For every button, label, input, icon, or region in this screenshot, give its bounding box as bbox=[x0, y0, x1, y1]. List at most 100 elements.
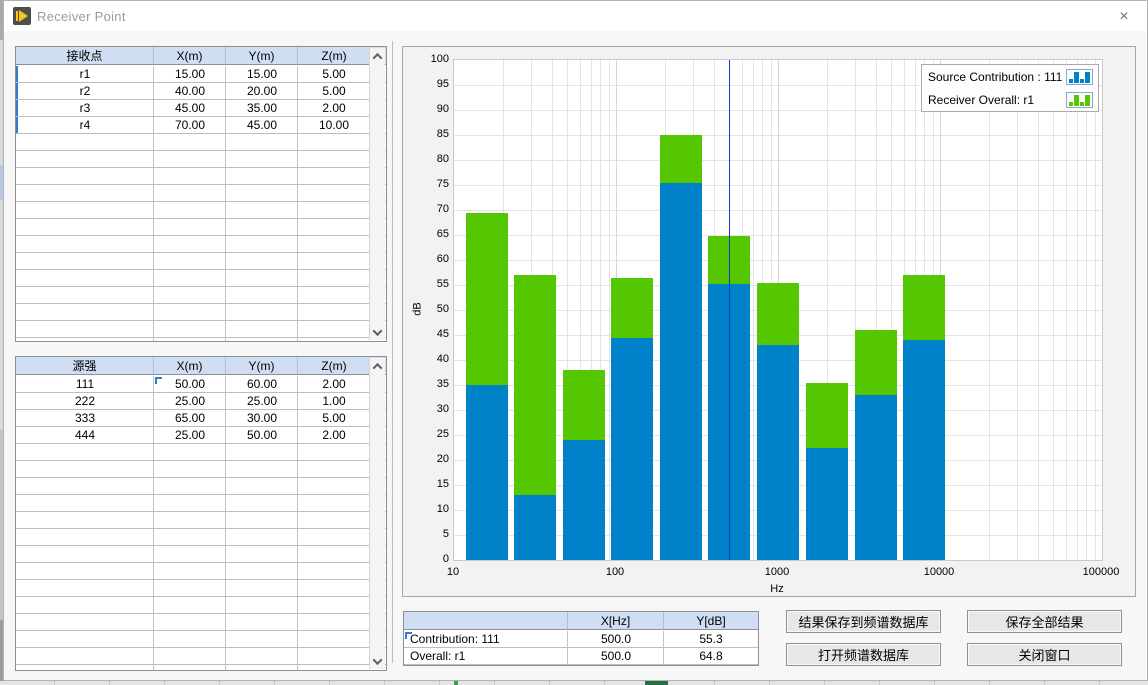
y-tick-80: 80 bbox=[417, 153, 449, 165]
legend-item-overall[interactable]: Receiver Overall: r1 bbox=[922, 88, 1098, 111]
receiver-cell[interactable]: 70.00 bbox=[154, 117, 226, 133]
receiver-cell[interactable]: r4 bbox=[16, 117, 154, 133]
source-cell[interactable]: 50.00 bbox=[154, 376, 226, 392]
contribution-bar-125hz[interactable] bbox=[611, 338, 653, 561]
source-scroll-down-icon[interactable] bbox=[370, 653, 385, 669]
overall-bar-16hz[interactable] bbox=[466, 213, 508, 386]
overall-bar-1000hz[interactable] bbox=[757, 283, 799, 346]
y-tick-50: 50 bbox=[417, 303, 449, 315]
source-cell[interactable]: 50.00 bbox=[226, 427, 298, 443]
cursor-row-Contribution: 111[interactable]: Contribution: 111500.055.3 bbox=[404, 631, 758, 648]
chart-cursor-line[interactable] bbox=[729, 60, 730, 560]
overall-bar-8000hz[interactable] bbox=[903, 275, 945, 340]
receiver-scroll-up-icon[interactable] bbox=[370, 48, 385, 64]
receiver-header-0: 接收点 bbox=[16, 47, 154, 64]
source-cell[interactable]: 25.00 bbox=[154, 427, 226, 443]
receiver-cell[interactable]: 15.00 bbox=[154, 66, 226, 82]
window-title: Receiver Point bbox=[37, 9, 126, 24]
source-cell[interactable]: 111 bbox=[16, 376, 154, 392]
overall-bar-2000hz[interactable] bbox=[806, 383, 848, 448]
cursor-header-1: X[Hz] bbox=[568, 612, 664, 629]
contribution-bar-1000hz[interactable] bbox=[757, 345, 799, 560]
glyph-bar-2 bbox=[1080, 79, 1084, 83]
source-row-111[interactable]: 11150.0060.002.00 bbox=[16, 376, 386, 393]
open-spectrum-db-button[interactable]: 打开频谱数据库 bbox=[786, 643, 941, 666]
receiver-row-r3[interactable]: r345.0035.002.00 bbox=[16, 100, 386, 117]
x-tick-10: 10 bbox=[447, 566, 459, 578]
receiver-cell[interactable]: 5.00 bbox=[298, 83, 370, 99]
source-cell[interactable]: 5.00 bbox=[298, 410, 370, 426]
receiver-cell[interactable]: 20.00 bbox=[226, 83, 298, 99]
source-scrollbar[interactable] bbox=[369, 358, 385, 669]
legend-item-contribution[interactable]: Source Contribution : 111 bbox=[922, 65, 1098, 88]
contribution-bar-16hz[interactable] bbox=[466, 385, 508, 560]
source-cell[interactable]: 25.00 bbox=[226, 393, 298, 409]
contribution-bar-31.5hz[interactable] bbox=[514, 495, 556, 560]
receiver-scroll-down-icon[interactable] bbox=[370, 324, 385, 340]
source-cell[interactable]: 2.00 bbox=[298, 427, 370, 443]
bar-series-icon-green bbox=[1066, 92, 1093, 108]
source-cell[interactable]: 60.00 bbox=[226, 376, 298, 392]
receiver-cell[interactable]: r3 bbox=[16, 100, 154, 116]
receiver-row-r2[interactable]: r240.0020.005.00 bbox=[16, 83, 386, 100]
source-cell[interactable]: 222 bbox=[16, 393, 154, 409]
source-row-222[interactable]: 22225.0025.001.00 bbox=[16, 393, 386, 410]
source-strength-table: 源强X(m)Y(m)Z(m)11150.0060.002.0022225.002… bbox=[15, 356, 387, 671]
receiver-cell[interactable]: r2 bbox=[16, 83, 154, 99]
receiver-cell[interactable]: r1 bbox=[16, 66, 154, 82]
receiver-cell[interactable]: 10.00 bbox=[298, 117, 370, 133]
receiver-scrollbar[interactable] bbox=[369, 48, 385, 340]
source-row-444[interactable]: 44425.0050.002.00 bbox=[16, 427, 386, 444]
contribution-bar-8000hz[interactable] bbox=[903, 340, 945, 560]
save-all-results-button[interactable]: 保存全部结果 bbox=[967, 610, 1122, 633]
overall-bar-125hz[interactable] bbox=[611, 278, 653, 338]
cursor-readout-table: X[Hz]Y[dB]Contribution: 111500.055.3Over… bbox=[403, 611, 759, 666]
background-green-tick bbox=[454, 681, 458, 685]
receiver-point-table: 接收点X(m)Y(m)Z(m)r115.0015.005.00r240.0020… bbox=[15, 46, 387, 342]
receiver-cell[interactable]: 45.00 bbox=[226, 117, 298, 133]
source-scroll-up-icon[interactable] bbox=[370, 358, 385, 374]
receiver-cell[interactable]: 15.00 bbox=[226, 66, 298, 82]
receiver-header-2: Y(m) bbox=[226, 47, 298, 64]
chevron-down-icon bbox=[373, 326, 383, 336]
y-tick-30: 30 bbox=[417, 403, 449, 415]
source-cell[interactable]: 25.00 bbox=[154, 393, 226, 409]
y-tick-55: 55 bbox=[417, 278, 449, 290]
receiver-cell[interactable]: 5.00 bbox=[298, 66, 370, 82]
contribution-bar-250hz[interactable] bbox=[660, 183, 702, 561]
overall-bar-31.5hz[interactable] bbox=[514, 275, 556, 495]
source-cell[interactable]: 65.00 bbox=[154, 410, 226, 426]
contribution-bar-2000hz[interactable] bbox=[806, 448, 848, 561]
source-row-333[interactable]: 33365.0030.005.00 bbox=[16, 410, 386, 427]
cursor-row-Overall: r1[interactable]: Overall: r1500.064.8 bbox=[404, 648, 758, 665]
receiver-cell[interactable]: 45.00 bbox=[154, 100, 226, 116]
receiver-cell[interactable]: 40.00 bbox=[154, 83, 226, 99]
labview-run-arrow-bar bbox=[16, 11, 18, 21]
close-window-button[interactable]: 关闭窗口 bbox=[967, 643, 1122, 666]
receiver-row-r4[interactable]: r470.0045.0010.00 bbox=[16, 117, 386, 134]
source-cell[interactable]: 444 bbox=[16, 427, 154, 443]
close-icon[interactable]: × bbox=[1109, 5, 1139, 29]
cursor-cell: 500.0 bbox=[568, 648, 664, 664]
source-cell[interactable]: 1.00 bbox=[298, 393, 370, 409]
receiver-cell[interactable]: 35.00 bbox=[226, 100, 298, 116]
title-bar[interactable]: Receiver Point × bbox=[4, 1, 1147, 31]
receiver-row-r1[interactable]: r115.0015.005.00 bbox=[16, 66, 386, 83]
source-cell[interactable]: 30.00 bbox=[226, 410, 298, 426]
contribution-bar-4000hz[interactable] bbox=[855, 395, 897, 560]
glyph-bar-0 bbox=[1069, 79, 1073, 83]
cursor-cell: 64.8 bbox=[664, 648, 758, 664]
source-cell[interactable]: 2.00 bbox=[298, 376, 370, 392]
receiver-header-1: X(m) bbox=[154, 47, 226, 64]
y-tick-100: 100 bbox=[417, 53, 449, 65]
glyph-bar-1 bbox=[1074, 72, 1079, 83]
overall-bar-4000hz[interactable] bbox=[855, 330, 897, 395]
receiver-cell[interactable]: 2.00 bbox=[298, 100, 370, 116]
overall-bar-250hz[interactable] bbox=[660, 135, 702, 183]
overall-bar-63hz[interactable] bbox=[563, 370, 605, 440]
glyph-bar-2 bbox=[1080, 102, 1084, 106]
source-cell[interactable]: 333 bbox=[16, 410, 154, 426]
plot-area[interactable] bbox=[453, 59, 1103, 561]
save-to-spectrum-db-button[interactable]: 结果保存到频谱数据库 bbox=[786, 610, 941, 633]
contribution-bar-63hz[interactable] bbox=[563, 440, 605, 560]
